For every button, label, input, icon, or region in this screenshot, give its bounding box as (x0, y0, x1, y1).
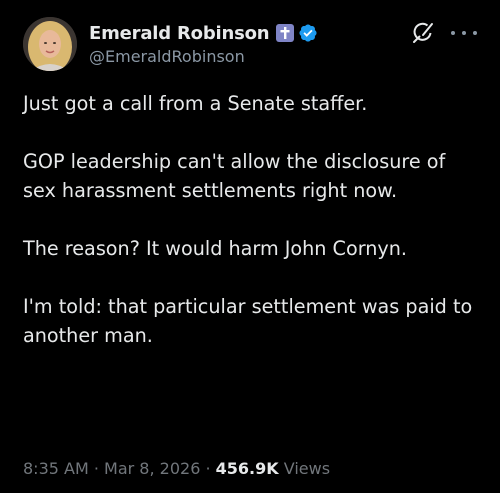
tweet-paragraph: The reason? It would harm John Cornyn. (23, 237, 408, 260)
more-icon[interactable] (451, 23, 477, 43)
grok-icon[interactable] (411, 21, 435, 45)
verified-icon[interactable] (298, 23, 318, 43)
tweet-paragraph: GOP leadership can't allow the disclosur… (23, 150, 446, 202)
tweet-date[interactable]: Mar 8, 2026 (104, 459, 200, 478)
avatar[interactable] (23, 17, 77, 71)
more-dot (451, 31, 455, 35)
meta-separator: · (88, 459, 105, 478)
author-display-name[interactable]: Emerald Robinson (89, 23, 270, 44)
more-dot (462, 31, 466, 35)
author-handle[interactable]: @EmeraldRobinson (89, 47, 245, 66)
tweet-meta: 8:35 AM · Mar 8, 2026 · 456.9K Views (23, 459, 330, 478)
tweet-text: Just got a call from a Senate staffer. G… (23, 89, 483, 350)
views-count[interactable]: 456.9K (216, 459, 279, 478)
author-name-row: Emerald Robinson (89, 20, 318, 46)
tweet: Emerald Robinson @EmeraldRobinson Just g… (0, 0, 500, 493)
tweet-paragraph: Just got a call from a Senate staffer. (23, 92, 368, 115)
views-label: Views (278, 459, 331, 478)
cross-icon (276, 24, 295, 42)
avatar-image (23, 17, 77, 71)
meta-separator: · (200, 459, 216, 478)
tweet-paragraph: I'm told: that particular settlement was… (23, 295, 473, 347)
more-dot (473, 31, 477, 35)
tweet-time[interactable]: 8:35 AM (23, 459, 89, 478)
